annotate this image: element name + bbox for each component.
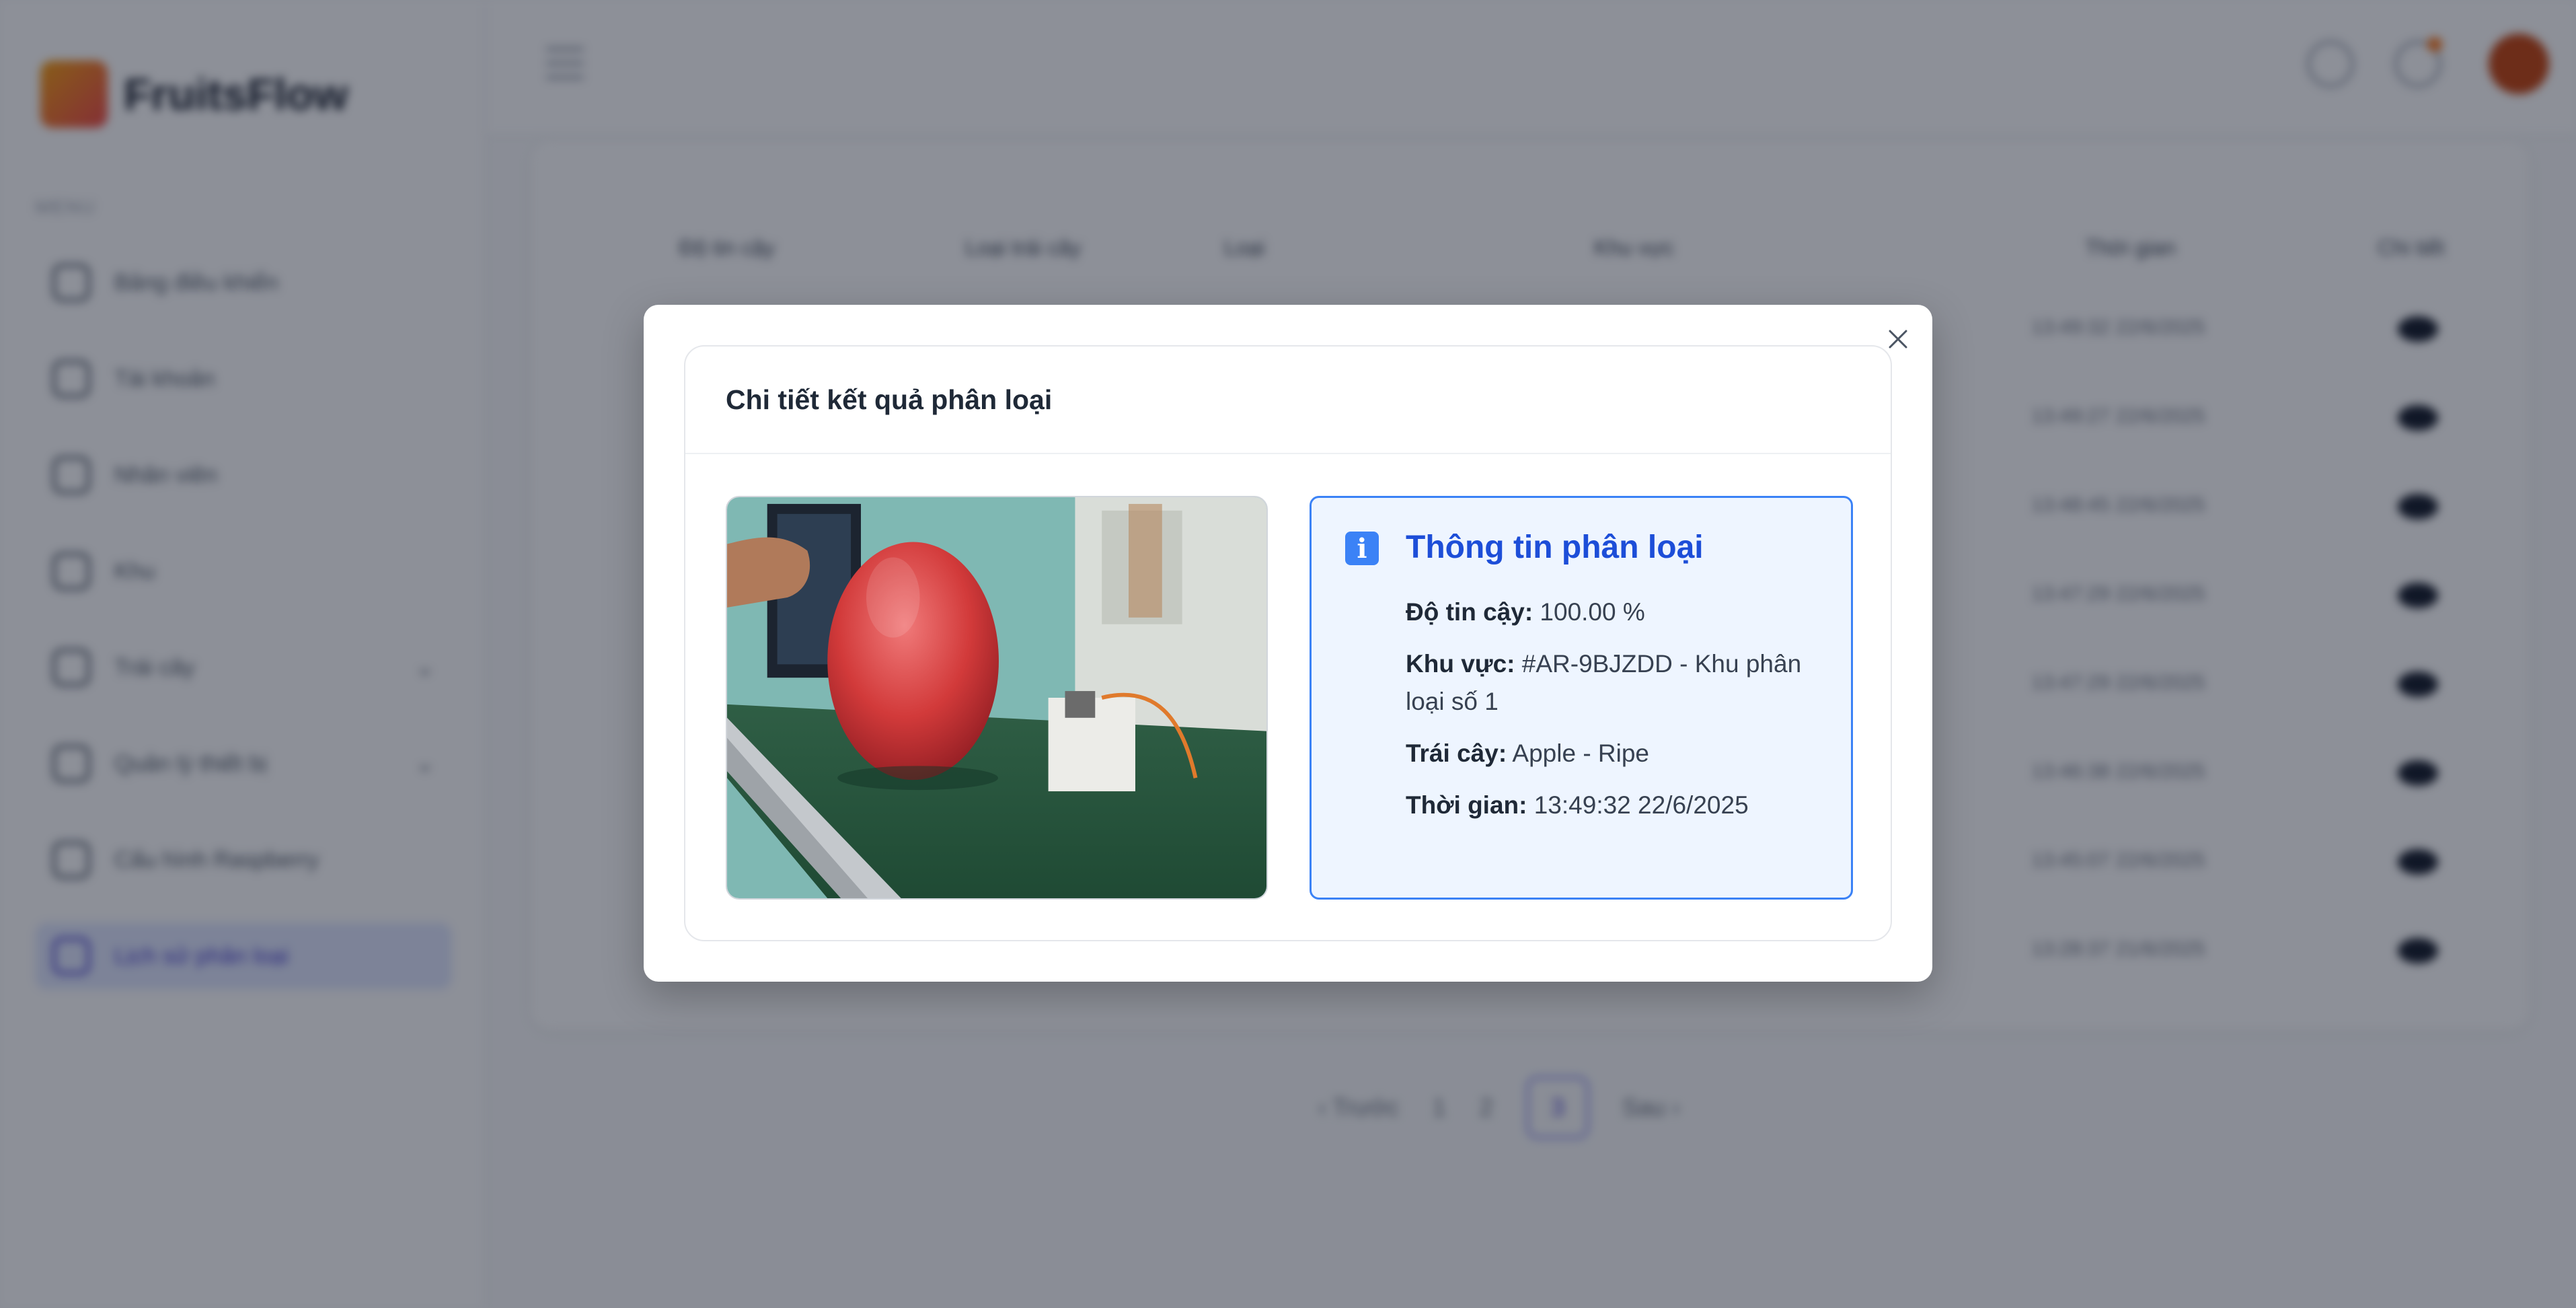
time-label: Thời gian: <box>1406 791 1527 819</box>
area-label: Khu vực: <box>1406 650 1515 678</box>
detail-card-header: Chi tiết kết quả phân loại <box>685 347 1891 454</box>
fruit-value: Apple - Ripe <box>1512 739 1650 767</box>
time-row: Thời gian: 13:49:32 22/6/2025 <box>1406 787 1823 824</box>
apple-photo <box>727 497 1266 898</box>
area-row: Khu vực: #AR-9BJZDD - Khu phân loại số 1 <box>1406 645 1823 721</box>
info-title: Thông tin phân loại <box>1406 530 1704 565</box>
fruit-label: Trái cây: <box>1406 739 1507 767</box>
classified-fruit-image <box>726 496 1268 900</box>
info-icon: i <box>1345 532 1379 565</box>
time-value: 13:49:32 22/6/2025 <box>1533 791 1749 819</box>
info-list: Độ tin cậy: 100.00 % Khu vực: #AR-9BJZDD… <box>1406 593 1823 838</box>
modal-title: Chi tiết kết quả phân loại <box>726 384 1053 415</box>
detail-card: Chi tiết kết quả phân loại i Thông tin p… <box>684 345 1892 941</box>
confidence-label: Độ tin cậy: <box>1406 598 1533 626</box>
classification-info-box: i Thông tin phân loại Độ tin cậy: 100.00… <box>1310 496 1853 900</box>
confidence-row: Độ tin cậy: 100.00 % <box>1406 593 1823 631</box>
fruit-row: Trái cây: Apple - Ripe <box>1406 735 1823 772</box>
classification-detail-modal: Chi tiết kết quả phân loại i Thông tin p… <box>644 305 1932 982</box>
confidence-value: 100.00 % <box>1540 598 1645 626</box>
